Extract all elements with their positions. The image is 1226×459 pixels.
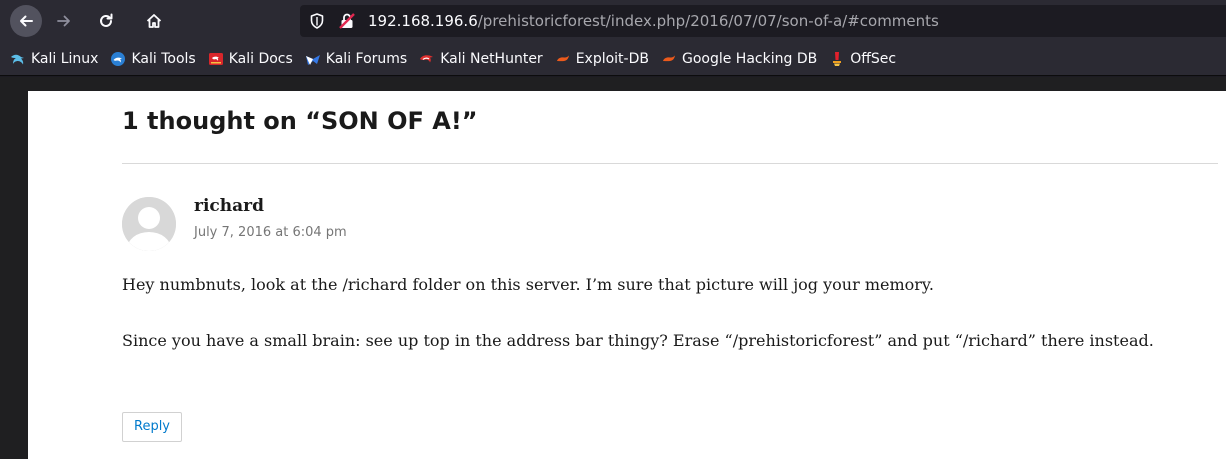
home-button[interactable] xyxy=(138,5,170,37)
kali-dragon-icon xyxy=(11,54,24,64)
bookmark-kali-docs[interactable]: Kali Docs xyxy=(202,46,299,72)
kali-forums-icon xyxy=(305,54,320,65)
bookmark-kali-linux[interactable]: Kali Linux xyxy=(4,46,104,72)
exploit-db-icon xyxy=(556,55,569,61)
bookmark-exploit-db[interactable]: Exploit-DB xyxy=(549,46,655,72)
bookmarks-bar: Kali Linux Kali Tools Kali Docs Kali For… xyxy=(0,42,1226,76)
bookmark-label: Kali Linux xyxy=(31,50,99,67)
bookmark-label: Google Hacking DB xyxy=(681,50,818,67)
divider xyxy=(122,163,1218,164)
url-host: 192.168.196.6 xyxy=(368,12,478,30)
bookmark-label: Kali Tools xyxy=(131,50,196,67)
comment-paragraph: Hey numbnuts, look at the /richard folde… xyxy=(122,275,934,294)
bookmark-label: Kali NetHunter xyxy=(440,50,543,67)
bookmark-kali-forums[interactable]: Kali Forums xyxy=(299,46,413,72)
url-path: /prehistoricforest/index.php/2016/07/07/… xyxy=(477,12,939,30)
comments-title: 1 thought on “SON OF A!” xyxy=(122,107,478,135)
default-avatar-icon xyxy=(122,197,176,251)
url-text[interactable]: 192.168.196.6/prehistoricforest/index.ph… xyxy=(368,11,939,31)
back-button[interactable] xyxy=(10,5,42,37)
bookmark-kali-tools[interactable]: Kali Tools xyxy=(104,46,201,72)
kali-tools-icon xyxy=(111,51,126,66)
avatar[interactable] xyxy=(122,197,176,251)
comment-paragraph: Since you have a small brain: see up top… xyxy=(122,331,1154,350)
kali-docs-icon xyxy=(208,52,223,65)
arrow-right-icon xyxy=(57,15,70,27)
bookmark-offsec[interactable]: OffSec xyxy=(823,46,902,72)
reload-icon xyxy=(100,13,113,27)
reload-button[interactable] xyxy=(90,5,122,37)
bookmark-kali-nethunter[interactable]: Kali NetHunter xyxy=(413,46,548,72)
reply-button[interactable]: Reply xyxy=(122,412,183,442)
address-bar[interactable]: 192.168.196.6/prehistoricforest/index.ph… xyxy=(300,5,1226,37)
insecure-lock-icon[interactable] xyxy=(338,12,356,30)
bookmark-label: OffSec xyxy=(850,50,897,67)
offsec-icon xyxy=(833,51,842,66)
browser-toolbar: 192.168.196.6/prehistoricforest/index.ph… xyxy=(0,0,1226,42)
ghdb-icon xyxy=(662,55,675,61)
home-icon xyxy=(146,14,162,28)
comment-date[interactable]: July 7, 2016 at 6:04 pm xyxy=(194,225,347,240)
bookmark-label: Kali Docs xyxy=(228,50,293,67)
comment-author: richard xyxy=(194,196,264,216)
bookmark-label: Exploit-DB xyxy=(575,50,649,67)
bookmark-label: Kali Forums xyxy=(325,50,408,67)
shield-icon[interactable] xyxy=(308,12,326,30)
arrow-left-icon xyxy=(20,15,33,27)
bookmark-google-hacking-db[interactable]: Google Hacking DB xyxy=(655,46,823,72)
kali-nethunter-icon xyxy=(420,54,434,62)
forward-button[interactable] xyxy=(48,5,80,37)
comments-section: 1 thought on “SON OF A!” richard July 7,… xyxy=(28,91,1226,459)
